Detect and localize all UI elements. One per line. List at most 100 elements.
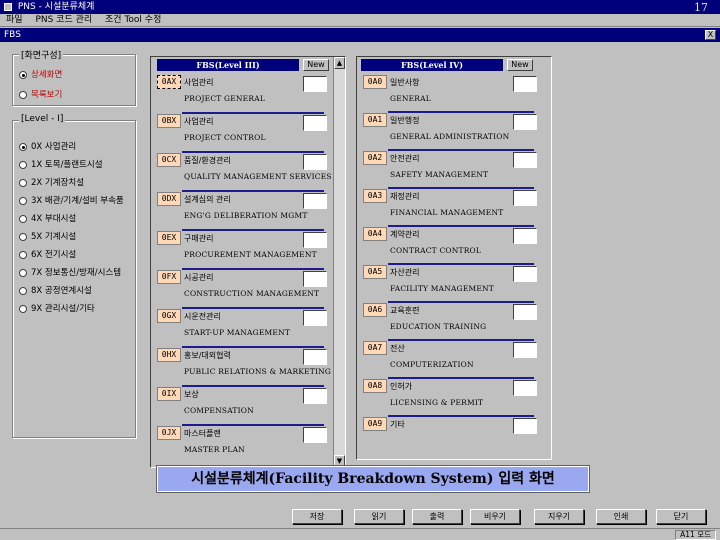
new-checkbox[interactable] — [513, 266, 537, 282]
close-window-button[interactable]: 닫기 — [656, 509, 706, 524]
level-three-row[interactable]: 0CX 품질/환경관리 QUALITY MANAGEMENT SERVICES — [157, 151, 332, 189]
radio-level-4x[interactable]: 4X 부대시설 — [19, 213, 76, 225]
level-four-row[interactable]: 0A3 재정관리 FINANCIAL MANAGEMENT — [363, 187, 543, 225]
code-cell[interactable]: 0A2 — [363, 151, 387, 165]
new-checkbox[interactable] — [513, 76, 537, 92]
level-three-row[interactable]: 0BX 사업관리 PROJECT CONTROL — [157, 112, 331, 150]
menu-condition-tool[interactable]: 조건 Tool 수정 — [105, 15, 161, 25]
code-cell[interactable]: 0A6 — [363, 303, 387, 317]
row-separator — [388, 149, 534, 151]
code-cell[interactable]: 0A8 — [363, 379, 387, 393]
level-three-new-button[interactable]: New — [303, 59, 329, 71]
level-four-new-button[interactable]: New — [507, 59, 533, 71]
new-checkbox[interactable] — [513, 342, 537, 358]
code-cell[interactable]: 0IX — [157, 387, 181, 401]
code-cell[interactable]: 0A5 — [363, 265, 387, 279]
code-cell[interactable]: 0A1 — [363, 113, 387, 127]
radio-dot-icon — [19, 178, 27, 187]
level-three-scrollbar[interactable]: ▲ ▼ — [333, 57, 345, 467]
code-cell[interactable]: 0BX — [157, 114, 181, 128]
status-mode: A11 모드 — [675, 530, 716, 540]
code-cell[interactable]: 0EX — [157, 231, 181, 245]
level-four-row[interactable]: 0A0 일반사항 GENERAL — [363, 75, 543, 111]
code-cell[interactable]: 0A3 — [363, 189, 387, 203]
radio-list-view[interactable]: 목록보기 — [19, 89, 62, 101]
level-three-row[interactable]: 0GX 시운전관리 START-UP MANAGEMENT — [157, 307, 331, 345]
radio-label: 9X 관리시설/기타 — [31, 304, 95, 314]
new-checkbox[interactable] — [303, 349, 327, 365]
radio-level-6x[interactable]: 6X 전기시설 — [19, 249, 76, 261]
level-four-row[interactable]: 0A7 전산 COMPUTERIZATION — [363, 339, 543, 377]
code-cell[interactable]: 0JX — [157, 426, 181, 440]
code-cell[interactable]: 0CX — [157, 153, 181, 167]
new-checkbox[interactable] — [513, 304, 537, 320]
close-button[interactable]: X — [705, 30, 716, 40]
print-preview-button[interactable]: 인쇄 — [596, 509, 646, 524]
save-button[interactable]: 저장 — [292, 509, 342, 524]
radio-level-0x[interactable]: 0X 사업관리 — [19, 141, 76, 153]
delete-button[interactable]: 지우기 — [534, 509, 584, 524]
korean-name: 시공관리 — [184, 273, 214, 282]
level-three-row[interactable]: 0DX 설계심의 관리 ENG'G DELIBERATION MGMT — [157, 190, 331, 228]
new-checkbox[interactable] — [513, 228, 537, 244]
radio-label: 0X 사업관리 — [31, 142, 77, 152]
radio-label: 5X 기계시설 — [31, 232, 77, 242]
code-cell[interactable]: 0A4 — [363, 227, 387, 241]
radio-level-7x[interactable]: 7X 정보통신/방재/시스템 — [19, 267, 121, 279]
code-cell[interactable]: 0HX — [157, 348, 181, 362]
code-cell[interactable]: 0A7 — [363, 341, 387, 355]
new-checkbox[interactable] — [513, 418, 537, 434]
code-cell[interactable]: 0GX — [157, 309, 181, 323]
print-button[interactable]: 출력 — [412, 509, 462, 524]
radio-level-5x[interactable]: 5X 기계시설 — [19, 231, 76, 243]
radio-detail-view[interactable]: 상세화면 — [19, 69, 62, 81]
korean-name: 홍보/대외협력 — [184, 351, 231, 360]
new-checkbox[interactable] — [303, 388, 327, 404]
new-checkbox[interactable] — [303, 271, 327, 287]
radio-label: 4X 부대시설 — [31, 214, 77, 224]
level-three-row[interactable]: 0JX 마스터플랜 MASTER PLAN — [157, 424, 331, 462]
new-checkbox[interactable] — [303, 232, 327, 248]
menu-file[interactable]: 파일 — [6, 15, 23, 25]
new-checkbox[interactable] — [303, 154, 327, 170]
menu-pns-code[interactable]: PNS 코드 관리 — [35, 15, 92, 25]
level-four-row[interactable]: 0A6 교육훈련 EDUCATION TRAINING — [363, 301, 543, 339]
level-four-row[interactable]: 0A5 자산관리 FACILITY MANAGEMENT — [363, 263, 543, 301]
new-checkbox[interactable] — [303, 193, 327, 209]
new-checkbox[interactable] — [513, 114, 537, 130]
new-checkbox[interactable] — [303, 427, 327, 443]
level-three-row[interactable]: 0AX 사업관리 PROJECT GENERAL — [157, 75, 331, 111]
radio-level-1x[interactable]: 1X 토목/플랜트시설 — [19, 159, 103, 171]
english-name: EDUCATION TRAINING — [390, 322, 487, 331]
radio-level-8x[interactable]: 8X 공정연계시설 — [19, 285, 92, 297]
level-four-row[interactable]: 0A2 안전관리 SAFETY MANAGEMENT — [363, 149, 543, 187]
read-button[interactable]: 읽기 — [354, 509, 404, 524]
new-checkbox[interactable] — [513, 190, 537, 206]
radio-level-9x[interactable]: 9X 관리시설/기타 — [19, 303, 95, 315]
new-checkbox[interactable] — [513, 152, 537, 168]
level-four-row[interactable]: 0A1 일반행정 GENERAL ADMINISTRATION — [363, 111, 543, 149]
level-four-row[interactable]: 0A9 기타 — [363, 415, 543, 453]
new-checkbox[interactable] — [303, 76, 327, 92]
level-three-row[interactable]: 0FX 시공관리 CONSTRUCTION MANAGEMENT — [157, 268, 331, 306]
new-checkbox[interactable] — [303, 115, 327, 131]
radio-dot-icon — [19, 70, 27, 79]
code-cell[interactable]: 0A0 — [363, 75, 387, 89]
row-separator — [182, 190, 324, 192]
level-three-row[interactable]: 0EX 구매관리 PROCUREMENT MANAGEMENT — [157, 229, 331, 267]
code-cell[interactable]: 0DX — [157, 192, 181, 206]
code-cell[interactable]: 0FX — [157, 270, 181, 284]
level-four-row[interactable]: 0A8 인허가 LICENSING & PERMIT — [363, 377, 543, 415]
level-four-row[interactable]: 0A4 계약관리 CONTRACT CONTROL — [363, 225, 543, 263]
radio-level-3x[interactable]: 3X 배관/기계/설비 부속품 — [19, 195, 124, 207]
code-cell[interactable]: 0A9 — [363, 417, 387, 431]
level-three-row[interactable]: 0IX 보상 COMPENSATION — [157, 385, 331, 423]
new-checkbox[interactable] — [513, 380, 537, 396]
level-three-row[interactable]: 0HX 홍보/대외협력 PUBLIC RELATIONS & MARKETING — [157, 346, 331, 384]
clear-button[interactable]: 비우기 — [470, 509, 520, 524]
scroll-up-icon[interactable]: ▲ — [334, 57, 345, 69]
korean-name: 구매관리 — [184, 234, 214, 243]
new-checkbox[interactable] — [303, 310, 327, 326]
code-cell[interactable]: 0AX — [157, 75, 181, 89]
radio-level-2x[interactable]: 2X 기계장치설 — [19, 177, 84, 189]
